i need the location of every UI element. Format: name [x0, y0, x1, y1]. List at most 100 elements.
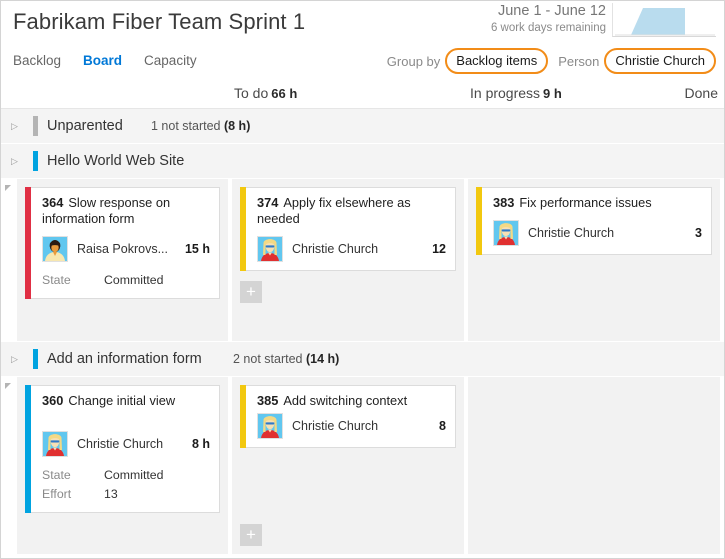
card-title: 385 Add switching context: [257, 393, 446, 409]
task-card[interactable]: 374 Apply fix elsewhere as needed Christ…: [240, 187, 456, 271]
person-selector[interactable]: Christie Church: [604, 48, 716, 74]
group-color-bar: [33, 349, 38, 369]
filter-bar: Group by Backlog items Person Christie C…: [387, 47, 718, 75]
group-title: Hello World Web Site: [47, 153, 185, 169]
card-assignee-name: Christie Church: [528, 226, 615, 240]
card-color-strip: [240, 187, 246, 271]
nav-tabs: Backlog Board Capacity: [13, 53, 197, 68]
card-title-text: Fix performance issues: [519, 195, 652, 210]
sprint-days-remaining: 6 work days remaining: [490, 22, 606, 34]
group-meta-hours: (8 h): [223, 119, 251, 133]
column-header-inprogress: In progress 9 h: [470, 85, 562, 101]
collapse-lane-icon[interactable]: [5, 185, 11, 191]
sprint-board-window: Fabrikam Fiber Team Sprint 1 Backlog Boa…: [0, 0, 725, 559]
group-meta: 1 not started (8 h): [151, 119, 250, 133]
card-color-strip: [25, 385, 31, 513]
avatar: [493, 220, 519, 246]
person-label: Person: [558, 53, 600, 69]
column-header-inprogress-hours: 9 h: [543, 86, 562, 101]
card-title: 360 Change initial view: [42, 393, 210, 409]
avatar: [42, 431, 68, 457]
group-title: Unparented: [47, 118, 123, 134]
page-title: Fabrikam Fiber Team Sprint 1: [13, 9, 306, 34]
column-header-done: Done: [684, 85, 718, 101]
board-column-headers: To do 66 h In progress 9 h Done: [1, 83, 724, 109]
avatar: [42, 236, 68, 262]
card-assignee-row: Christie Church 8 h: [42, 431, 210, 457]
column-header-todo: To do 66 h: [234, 85, 297, 101]
group-color-bar: [33, 151, 38, 171]
card-assignee-row: Christie Church 3: [493, 220, 702, 246]
board-lane: 360 Change initial view Christie Church …: [1, 377, 724, 555]
card-assignee-name: Christie Church: [77, 437, 164, 451]
card-field-label: State: [42, 468, 71, 482]
card-field-value: Committed: [104, 468, 164, 482]
lane-cell-todo[interactable]: 360 Change initial view Christie Church …: [17, 377, 232, 554]
card-assignee-row: Christie Church 8: [257, 413, 446, 439]
tab-board[interactable]: Board: [83, 53, 122, 68]
board-lane: 364 Slow response on information form Ra…: [1, 179, 724, 342]
card-remaining-work: 8: [439, 419, 446, 433]
card-assignee-name: Christie Church: [292, 242, 379, 256]
add-task-button[interactable]: +: [240, 281, 262, 303]
collapse-lane-icon[interactable]: [5, 383, 11, 389]
card-color-strip: [476, 187, 482, 255]
burndown-sparkline-chart[interactable]: [612, 3, 716, 37]
card-title: 383 Fix performance issues: [493, 195, 702, 211]
group-meta-hours: (14 h): [305, 352, 340, 366]
card-remaining-work: 12: [432, 242, 446, 256]
card-id: 383: [493, 195, 515, 210]
tab-capacity[interactable]: Capacity: [144, 53, 197, 68]
card-title: 364 Slow response on information form: [42, 195, 210, 227]
card-remaining-work: 3: [695, 226, 702, 240]
card-field-label: State: [42, 273, 71, 287]
lane-cell-todo[interactable]: 364 Slow response on information form Ra…: [17, 179, 232, 341]
group-row-add-an-information-form[interactable]: ▷ Add an information form 2 not started …: [1, 342, 724, 377]
chevron-right-icon[interactable]: ▷: [11, 354, 33, 364]
lane-cell-done[interactable]: [468, 377, 720, 554]
tab-backlog[interactable]: Backlog: [13, 53, 61, 68]
add-task-button[interactable]: +: [240, 524, 262, 546]
lane-cell-inprogress[interactable]: 374 Apply fix elsewhere as needed Christ…: [232, 179, 468, 341]
group-by-selector[interactable]: Backlog items: [445, 48, 549, 74]
lane-cell-inprogress[interactable]: 385 Add switching context Christie Churc…: [232, 377, 468, 554]
card-remaining-work: 8 h: [191, 437, 210, 451]
group-row-unparented[interactable]: ▷ Unparented 1 not started (8 h): [1, 109, 724, 144]
group-meta-count: 1 not started: [151, 119, 224, 133]
card-id: 385: [257, 393, 279, 408]
group-row-hello-world-web-site[interactable]: ▷ Hello World Web Site: [1, 144, 724, 179]
card-title-text: Add switching context: [283, 393, 408, 408]
card-fields: State Committed: [42, 271, 210, 290]
card-title-text: Apply fix elsewhere as needed: [257, 195, 411, 226]
avatar: [257, 413, 283, 439]
card-title: 374 Apply fix elsewhere as needed: [257, 195, 446, 227]
card-field-state: State Committed: [42, 271, 210, 290]
sprint-date-info: June 1 - June 12 6 work days remaining: [491, 3, 606, 34]
group-meta: 2 not started (14 h): [233, 352, 339, 366]
card-id: 374: [257, 195, 279, 210]
chevron-right-icon[interactable]: ▷: [11, 156, 33, 166]
task-card[interactable]: 364 Slow response on information form Ra…: [25, 187, 220, 299]
card-color-strip: [25, 187, 31, 299]
sprint-date-range: June 1 - June 12: [497, 3, 606, 19]
column-header-todo-label: To do: [234, 85, 269, 101]
column-header-todo-hours: 66 h: [271, 86, 298, 101]
card-field-value: Committed: [104, 273, 164, 287]
task-card[interactable]: 383 Fix performance issues Christie Chur…: [476, 187, 712, 255]
card-id: 360: [42, 393, 64, 408]
page-header: Fabrikam Fiber Team Sprint 1 Backlog Boa…: [1, 1, 724, 83]
card-assignee-name: Raisa Pokrovs...: [77, 242, 169, 256]
lane-gutter: [1, 377, 17, 554]
card-assignee-row: Christie Church 12: [257, 236, 446, 262]
card-title-text: Change initial view: [68, 393, 176, 408]
chevron-right-icon[interactable]: ▷: [11, 121, 33, 131]
card-assignee-row: Raisa Pokrovs... 15 h: [42, 236, 210, 262]
task-card[interactable]: 360 Change initial view Christie Church …: [25, 385, 220, 513]
group-color-bar: [33, 116, 38, 136]
task-card[interactable]: 385 Add switching context Christie Churc…: [240, 385, 456, 448]
lane-cell-done[interactable]: 383 Fix performance issues Christie Chur…: [468, 179, 720, 341]
group-meta-count: 2 not started: [233, 352, 306, 366]
group-title: Add an information form: [47, 351, 202, 367]
card-assignee-name: Christie Church: [292, 419, 379, 433]
card-fields: State Committed Effort 13: [42, 466, 210, 504]
